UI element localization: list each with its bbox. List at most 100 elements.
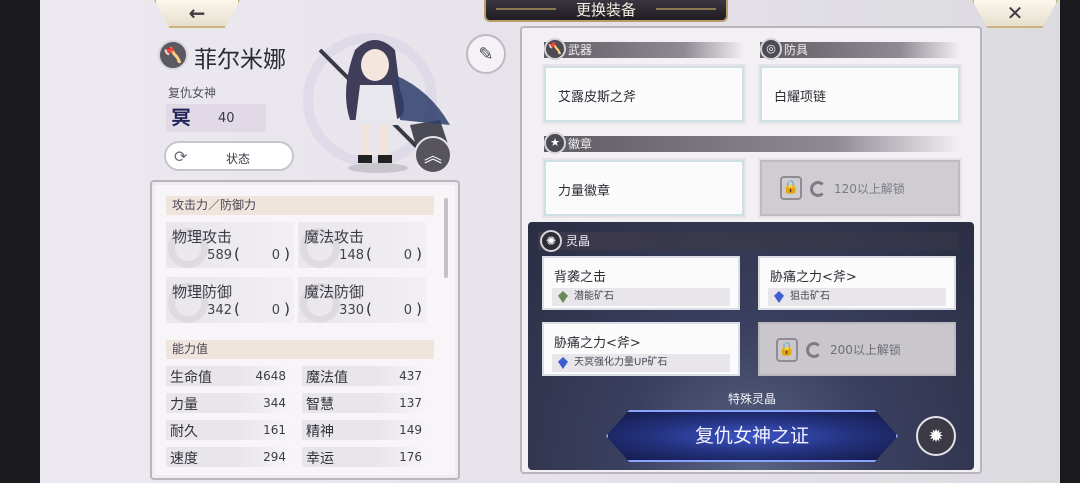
armor-slot[interactable]: 白耀项链 — [760, 66, 960, 122]
emblem-slot-locked: 🔒 120以上解锁 — [760, 160, 960, 216]
refresh-icon: ⟳ — [174, 147, 188, 166]
ability-value: 149 — [399, 423, 422, 437]
stat-magic-attack: 魔法攻击 148 ( 0 ) — [298, 222, 426, 268]
crystal-header: ✺ 灵晶 — [538, 230, 958, 252]
crystal-label: 灵晶 — [566, 234, 591, 248]
character-level: 40 — [218, 111, 235, 126]
blue-gem-icon — [774, 291, 784, 303]
back-button[interactable]: ← — [154, 0, 240, 28]
ability-name: 魔法值 — [306, 370, 348, 386]
emblem-slot[interactable]: 力量徽章 — [544, 160, 744, 216]
crystal-slot-1[interactable]: 背袭之击 潜能矿石 — [542, 256, 740, 310]
crystal-gear-icon: ✺ — [540, 230, 562, 252]
stat-name: 魔法攻击 — [304, 228, 365, 246]
stat-physical-defense: 物理防御 342 ( 0 ) — [166, 277, 294, 323]
character-name: 菲尔米娜 — [194, 47, 286, 73]
ore-tag: 潜能矿石 — [552, 288, 730, 306]
sparkle-icon[interactable]: ✹ — [916, 416, 956, 456]
emblem-label: 徽章 — [568, 137, 593, 151]
ability-name: 精神 — [306, 424, 334, 440]
close-button[interactable]: ✕ — [972, 0, 1058, 28]
crystal-name: 胁痛之力<斧> — [554, 336, 641, 351]
ore-name: 天冥强化力量UP矿石 — [574, 357, 668, 368]
ability-value: 294 — [263, 450, 286, 464]
weapon-slot[interactable]: 艾露皮斯之斧 — [544, 66, 744, 122]
special-crystal-button[interactable]: 复仇女神之证 — [606, 410, 898, 462]
star-badge-icon: ★ — [544, 132, 566, 154]
ability-row: 速度 294 — [166, 447, 290, 467]
attack-defense-header: 攻击力／防御力 — [166, 196, 434, 215]
crystal-slot-2[interactable]: 胁痛之力<斧> 狙击矿石 — [758, 256, 956, 310]
stat-paren-close: ) — [416, 245, 422, 263]
armor-item-name: 白耀项链 — [774, 90, 827, 105]
crystal-name: 胁痛之力<斧> — [770, 270, 857, 285]
ability-value: 161 — [263, 423, 286, 437]
ability-row: 生命值 4648 — [166, 366, 290, 386]
page-title: 更换装备 — [484, 0, 728, 22]
stat-bonus: 0 — [271, 248, 280, 263]
weapon-label: 武器 — [568, 43, 593, 57]
stat-value: 342 — [207, 303, 232, 318]
ability-value: 437 — [399, 369, 422, 383]
status-button-label: 状态 — [226, 152, 251, 166]
ore-tag: 狙击矿石 — [768, 288, 946, 306]
ability-header: 能力值 — [166, 340, 434, 359]
axe-icon: 🪓 — [544, 38, 566, 60]
crystal-section: ✺ 灵晶 背袭之击 潜能矿石 胁痛之力<斧> 狙击矿石 胁痛之力<斧> 天冥强化… — [528, 222, 974, 470]
stats-scrollbar[interactable] — [444, 198, 448, 278]
rank-level-box: 冥 40 — [166, 104, 266, 132]
ability-row: 耐久 161 — [166, 420, 290, 440]
rank-glyph: 冥 — [171, 107, 191, 129]
ability-name: 智慧 — [306, 397, 334, 413]
special-crystal-label: 特殊灵晶 — [728, 392, 777, 406]
stat-paren-open: ( — [366, 300, 372, 318]
ability-value: 176 — [399, 450, 422, 464]
unlock-requirement: 200以上解锁 — [830, 343, 901, 357]
emblem-header: ★ 徽章 — [544, 132, 960, 154]
chevron-up-icon[interactable]: ︽ — [414, 136, 452, 174]
ability-row: 精神 149 — [302, 420, 426, 440]
stat-paren-open: ( — [234, 245, 240, 263]
armor-header: ◎ 防具 — [760, 38, 960, 60]
ability-row: 魔法值 437 — [302, 366, 426, 386]
axe-class-icon: 🪓 — [158, 40, 188, 70]
stat-value: 589 — [207, 248, 232, 263]
ability-row: 幸运 176 — [302, 447, 426, 467]
stat-name: 魔法防御 — [304, 283, 365, 301]
stat-physical-attack: 物理攻击 589 ( 0 ) — [166, 222, 294, 268]
ore-tag: 天冥强化力量UP矿石 — [552, 354, 730, 372]
character-title: 复仇女神 — [168, 86, 217, 100]
stat-name: 物理防御 — [172, 283, 233, 301]
notes-icon[interactable]: ✎ — [466, 34, 506, 74]
stat-bonus: 0 — [403, 303, 412, 318]
swirl-icon — [810, 181, 826, 197]
ability-name: 力量 — [170, 397, 198, 413]
ability-name: 幸运 — [306, 451, 334, 467]
ability-name: 速度 — [170, 451, 198, 467]
ability-row: 力量 344 — [166, 393, 290, 413]
armor-label: 防具 — [784, 43, 809, 57]
necklace-icon: ◎ — [760, 38, 782, 60]
lock-icon: 🔒 — [780, 176, 802, 200]
stat-paren-close: ) — [284, 300, 290, 318]
stat-paren-close: ) — [416, 300, 422, 318]
stat-paren-open: ( — [366, 245, 372, 263]
stat-paren-open: ( — [234, 300, 240, 318]
ability-value: 4648 — [255, 369, 286, 383]
stats-panel: 攻击力／防御力 物理攻击 589 ( 0 ) 魔法攻击 148 ( 0 ) 物理… — [150, 180, 460, 480]
stat-value: 148 — [339, 248, 364, 263]
crystal-slot-3[interactable]: 胁痛之力<斧> 天冥强化力量UP矿石 — [542, 322, 740, 376]
ability-value: 344 — [263, 396, 286, 410]
status-button[interactable]: ⟳ 状态 — [164, 141, 294, 171]
stat-bonus: 0 — [271, 303, 280, 318]
crystal-name: 背袭之击 — [554, 270, 607, 285]
stat-paren-close: ) — [284, 245, 290, 263]
ability-value: 137 — [399, 396, 422, 410]
blue-gem-icon — [558, 357, 568, 369]
emblem-item-name: 力量徽章 — [558, 184, 611, 199]
stat-value: 330 — [339, 303, 364, 318]
close-icon: ✕ — [1006, 1, 1024, 25]
ability-row: 智慧 137 — [302, 393, 426, 413]
green-gem-icon — [558, 291, 568, 303]
ore-name: 潜能矿石 — [574, 291, 614, 302]
